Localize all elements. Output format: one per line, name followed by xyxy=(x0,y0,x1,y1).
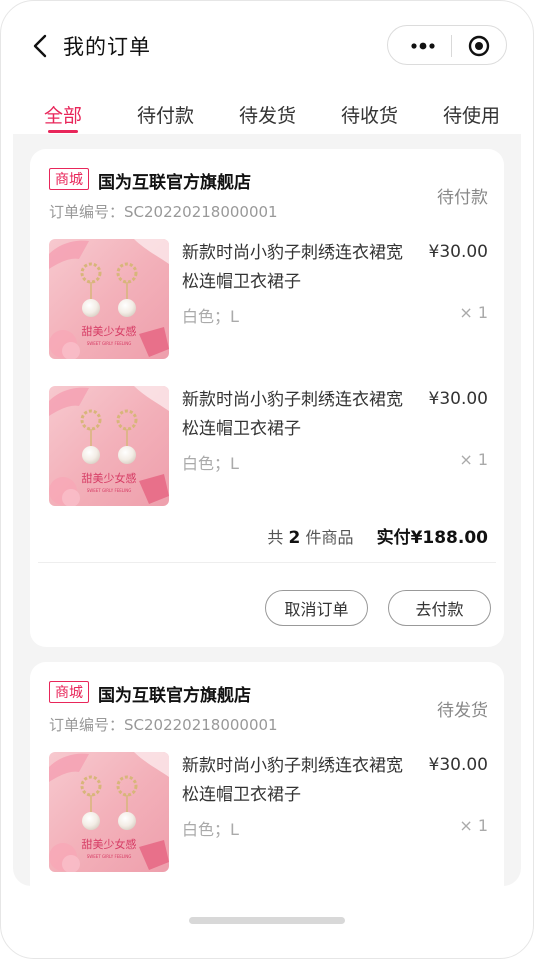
product-spec: 白色；L xyxy=(182,307,239,326)
product-quantity: × 1 xyxy=(459,450,488,469)
pay-button[interactable]: 去付款 xyxy=(388,590,491,626)
summary-prefix: 共 xyxy=(267,528,284,547)
tab-all[interactable]: 全部 xyxy=(44,101,82,128)
tab-pending-use[interactable]: 待使用 xyxy=(443,101,500,128)
tab-pending-receipt[interactable]: 待收货 xyxy=(341,101,398,128)
home-indicator[interactable] xyxy=(189,917,345,924)
product-price: ¥30.00 xyxy=(428,389,488,409)
image-caption: 甜美少女感 xyxy=(82,471,137,485)
mall-tag: 商城 xyxy=(49,681,89,703)
shop-name[interactable]: 国为互联官方旗舰店 xyxy=(98,681,251,706)
mini-program-capsule xyxy=(387,25,507,65)
page-title: 我的订单 xyxy=(63,35,151,59)
capsule-divider xyxy=(451,35,452,57)
order-card[interactable]: 商城 国为互联官方旗舰店 待发货 订单编号：SC20220218000001 甜… xyxy=(30,662,504,886)
paid-label: 实付 xyxy=(376,528,411,548)
image-caption: 甜美少女感 xyxy=(82,324,137,338)
product-quantity: × 1 xyxy=(459,303,488,322)
active-tab-indicator xyxy=(48,130,78,133)
product-spec: 白色；L xyxy=(182,820,239,839)
target-icon[interactable] xyxy=(468,35,490,57)
order-status: 待发货 xyxy=(437,701,488,721)
product-image[interactable]: 甜美少女感 SWEET GIRLY FEELING xyxy=(49,386,169,506)
order-list[interactable]: 商城 国为互联官方旗舰店 待付款 订单编号：SC20220218000001 甜… xyxy=(13,134,521,886)
mall-tag: 商城 xyxy=(49,168,89,190)
order-number: 订单编号：SC20220218000001 xyxy=(49,716,278,734)
order-tabs: 全部 待付款 待发货 待收货 待使用 xyxy=(1,97,533,135)
product-name[interactable]: 新款时尚小豹子刺绣连衣裙宽松连帽卫衣裙子 xyxy=(182,239,414,297)
cancel-order-button[interactable]: 取消订单 xyxy=(265,590,368,626)
phone-screen: 我的订单 全部 待付款 待发货 待收货 待使用 商城 国为互联官方旗舰店 待付款 xyxy=(0,0,534,959)
shop-name[interactable]: 国为互联官方旗舰店 xyxy=(98,168,251,193)
tab-pending-payment[interactable]: 待付款 xyxy=(137,101,194,128)
image-subcaption: SWEET GIRLY FEELING xyxy=(87,341,132,346)
product-spec: 白色；L xyxy=(182,454,239,473)
summary-suffix: 件商品 xyxy=(305,528,354,547)
product-name[interactable]: 新款时尚小豹子刺绣连衣裙宽松连帽卫衣裙子 xyxy=(182,752,414,810)
back-icon[interactable] xyxy=(29,31,53,61)
image-subcaption: SWEET GIRLY FEELING xyxy=(87,854,132,859)
product-image[interactable]: 甜美少女感 SWEET GIRLY FEELING xyxy=(49,752,169,872)
product-image[interactable]: 甜美少女感 SWEET GIRLY FEELING xyxy=(49,239,169,359)
product-name[interactable]: 新款时尚小豹子刺绣连衣裙宽松连帽卫衣裙子 xyxy=(182,386,414,444)
order-card[interactable]: 商城 国为互联官方旗舰店 待付款 订单编号：SC20220218000001 甜… xyxy=(30,149,504,647)
product-price: ¥30.00 xyxy=(428,242,488,262)
product-price: ¥30.00 xyxy=(428,755,488,775)
item-count: 2 xyxy=(288,528,301,548)
order-summary: 共 2 件商品 实付¥188.00 xyxy=(267,523,488,548)
more-icon[interactable] xyxy=(410,36,436,56)
image-subcaption: SWEET GIRLY FEELING xyxy=(87,488,132,493)
tab-pending-shipment[interactable]: 待发货 xyxy=(239,101,296,128)
order-number: 订单编号：SC20220218000001 xyxy=(49,203,278,221)
card-divider xyxy=(38,562,496,563)
image-caption: 甜美少女感 xyxy=(82,837,137,851)
product-quantity: × 1 xyxy=(459,816,488,835)
nav-header: 我的订单 xyxy=(1,1,533,91)
paid-amount: ¥188.00 xyxy=(410,528,488,548)
order-status: 待付款 xyxy=(437,188,488,208)
